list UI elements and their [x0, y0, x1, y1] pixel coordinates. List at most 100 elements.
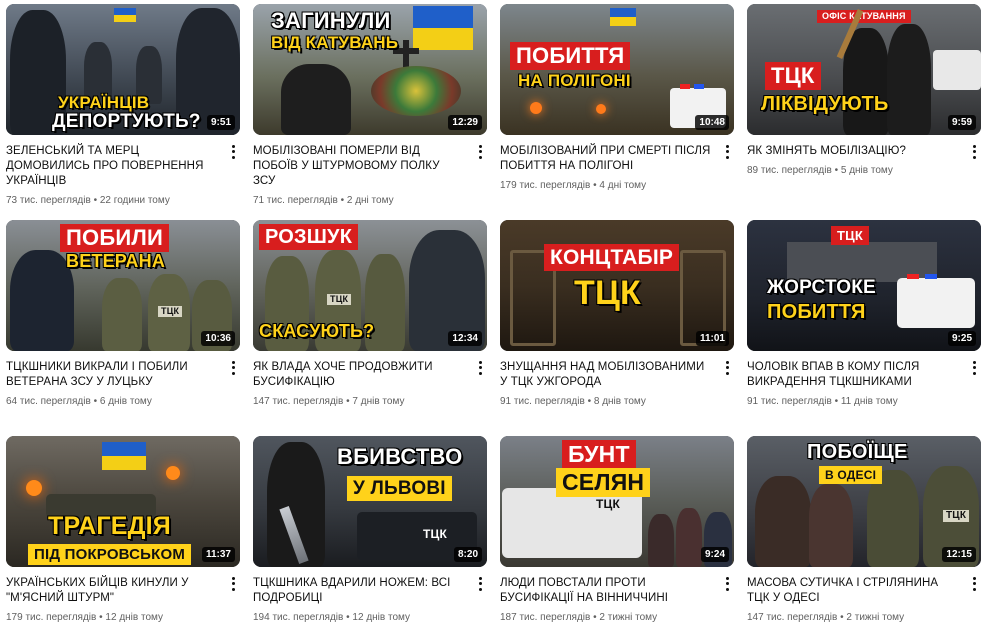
- video-thumbnail[interactable]: ПОБИТТЯ НА ПОЛІГОНІ 10:48: [500, 4, 734, 135]
- thumbnail-caption-bottom: ДЕПОРТУЮТЬ?: [52, 111, 201, 132]
- video-duration: 10:36: [201, 331, 235, 346]
- video-title[interactable]: Як змінять мобілізацію?: [747, 144, 959, 159]
- video-thumbnail[interactable]: КОНЦТАБІР ТЦК 11:01: [500, 220, 734, 351]
- video-stats: 73 тис. переглядів • 22 години тому: [6, 195, 170, 206]
- video-card[interactable]: ОФІС КАТУВАННЯ ТЦК ЛІКВІДУЮТЬ 9:59 Як зм…: [747, 4, 981, 216]
- thumbnail-caption-bottom: НА ПОЛІГОНІ: [518, 71, 631, 90]
- video-card[interactable]: ПОБИТТЯ НА ПОЛІГОНІ 10:48 Мобілізований …: [500, 4, 734, 216]
- thumbnail-caption-bottom: У ЛЬВОВІ: [347, 476, 452, 501]
- video-stats: 179 тис. переглядів • 12 днів тому: [6, 612, 164, 623]
- video-title[interactable]: Люди повстали проти бусифікації на Вінни…: [500, 576, 712, 606]
- thumbnail-caption-bottom: ПІД ПОКРОВСЬКОМ: [28, 544, 192, 565]
- more-vert-icon[interactable]: [722, 576, 732, 592]
- more-vert-icon[interactable]: [722, 360, 732, 376]
- video-title[interactable]: Зеленський та Мерц домовились про поверн…: [6, 144, 218, 189]
- tck-patch: ТЦК: [158, 306, 183, 317]
- video-stats: 187 тис. переглядів • 2 тижні тому: [500, 612, 658, 623]
- video-thumbnail[interactable]: ТЦК ВБИВСТВО У ЛЬВОВІ 8:20: [253, 436, 487, 567]
- video-stats: 179 тис. переглядів • 4 дні тому: [500, 180, 647, 191]
- video-duration: 12:15: [942, 547, 976, 562]
- thumbnail-caption-top: КОНЦТАБІР: [544, 244, 680, 271]
- more-vert-icon[interactable]: [969, 576, 979, 592]
- more-vert-icon[interactable]: [228, 360, 238, 376]
- thumbnail-caption-top: ТЦК: [765, 62, 821, 90]
- video-duration: 10:48: [695, 115, 729, 130]
- video-stats: 147 тис. переглядів • 2 тижні тому: [747, 612, 905, 623]
- video-card[interactable]: ТЦК РОЗШУК СКАСУЮТЬ? 12:34 Як влада хоче…: [253, 220, 487, 432]
- thumbnail-caption-bottom: ВЕТЕРАНА: [66, 251, 166, 271]
- video-card[interactable]: ТЦК БУНТ СЕЛЯН 9:24 Люди повстали проти …: [500, 436, 734, 636]
- thumbnail-caption-bottom: ЛІКВІДУЮТЬ: [761, 93, 889, 115]
- thumbnail-caption-top: ТРАГЕДІЯ: [48, 512, 171, 540]
- video-stats: 194 тис. переглядів • 12 днів тому: [253, 612, 411, 623]
- more-vert-icon[interactable]: [228, 144, 238, 160]
- video-thumbnail[interactable]: ТЦК ЖОРСТОКЕ ПОБИТТЯ 9:25: [747, 220, 981, 351]
- video-duration: 8:20: [453, 547, 482, 562]
- video-thumbnail[interactable]: ТЦК ПОБОЇЩЕ В ОДЕСІ 12:15: [747, 436, 981, 567]
- more-vert-icon[interactable]: [969, 144, 979, 160]
- video-title[interactable]: Чоловік впав в кому після викрадення ТЦК…: [747, 360, 959, 390]
- video-title[interactable]: Знущання над мобілізованими у ТЦК Ужгоро…: [500, 360, 712, 390]
- video-card[interactable]: КОНЦТАБІР ТЦК 11:01 Знущання над мобіліз…: [500, 220, 734, 432]
- building-sign: ОФІС КАТУВАННЯ: [817, 10, 911, 23]
- video-duration: 11:37: [201, 547, 235, 562]
- ukraine-flag-icon: [114, 8, 136, 22]
- video-thumbnail[interactable]: ТРАГЕДІЯ ПІД ПОКРОВСЬКОМ 11:37: [6, 436, 240, 567]
- video-title[interactable]: ТЦКшника вдарили ножем: всі подробиці: [253, 576, 465, 606]
- thumbnail-caption-bottom: ТЦК: [574, 274, 641, 312]
- video-thumbnail[interactable]: ОФІС КАТУВАННЯ ТЦК ЛІКВІДУЮТЬ 9:59: [747, 4, 981, 135]
- video-stats: 91 тис. переглядів • 11 днів тому: [747, 396, 898, 407]
- video-thumbnail[interactable]: УКРАЇНЦІВ ДЕПОРТУЮТЬ? 9:51: [6, 4, 240, 135]
- video-stats: 64 тис. переглядів • 6 днів тому: [6, 396, 152, 407]
- ukraine-flag-icon: [102, 442, 146, 470]
- more-vert-icon[interactable]: [722, 144, 732, 160]
- thumbnail-caption-top: ПОБИЛИ: [60, 224, 169, 252]
- video-card[interactable]: ТЦК ЖОРСТОКЕ ПОБИТТЯ 9:25 Чоловік впав в…: [747, 220, 981, 432]
- video-stats: 147 тис. переглядів • 7 днів тому: [253, 396, 405, 407]
- video-card[interactable]: УКРАЇНЦІВ ДЕПОРТУЮТЬ? 9:51 Зеленський та…: [6, 4, 240, 216]
- thumbnail-caption-bottom: СЕЛЯН: [556, 468, 651, 497]
- video-stats: 89 тис. переглядів • 5 днів тому: [747, 165, 893, 176]
- ukraine-flag-icon: [610, 8, 636, 26]
- video-card[interactable]: ТЦК ПОБОЇЩЕ В ОДЕСІ 12:15 Масова сутичка…: [747, 436, 981, 636]
- video-duration: 9:51: [206, 115, 235, 130]
- thumbnail-caption-top: ЖОРСТОКЕ: [767, 277, 876, 298]
- video-duration: 12:34: [448, 331, 482, 346]
- video-title[interactable]: ТЦКшники викрали і побили ветерана ЗСУ у…: [6, 360, 218, 390]
- more-vert-icon[interactable]: [475, 360, 485, 376]
- video-thumbnail[interactable]: ТЦК ПОБИЛИ ВЕТЕРАНА 10:36: [6, 220, 240, 351]
- video-title[interactable]: Українських бійців кинули у "м'ясний шту…: [6, 576, 218, 606]
- video-card[interactable]: ТРАГЕДІЯ ПІД ПОКРОВСЬКОМ 11:37 Українськ…: [6, 436, 240, 636]
- thumbnail-caption-bottom: В ОДЕСІ: [819, 466, 883, 484]
- more-vert-icon[interactable]: [228, 576, 238, 592]
- video-stats: 71 тис. переглядів • 2 дні тому: [253, 195, 394, 206]
- more-vert-icon[interactable]: [969, 360, 979, 376]
- video-thumbnail[interactable]: ТЦК РОЗШУК СКАСУЮТЬ? 12:34: [253, 220, 487, 351]
- video-thumbnail[interactable]: ЗАГИНУЛИ ВІД КАТУВАНЬ 12:29: [253, 4, 487, 135]
- van: [933, 50, 981, 90]
- tck-patch: ТЦК: [596, 497, 621, 511]
- thumbnail-caption-bottom: СКАСУЮТЬ?: [259, 321, 375, 341]
- video-grid: УКРАЇНЦІВ ДЕПОРТУЮТЬ? 9:51 Зеленський та…: [6, 4, 981, 636]
- video-duration: 9:25: [947, 331, 976, 346]
- van: [502, 488, 642, 558]
- video-title[interactable]: Мобілізований при смерті після побиття н…: [500, 144, 712, 174]
- video-title[interactable]: Мобілізовані померли від побоїв у штурмо…: [253, 144, 465, 189]
- tck-patch: ТЦК: [423, 527, 448, 541]
- ambulance: [897, 278, 975, 328]
- thumbnail-caption-top: ЗАГИНУЛИ: [271, 8, 391, 33]
- video-card[interactable]: ТЦК ПОБИЛИ ВЕТЕРАНА 10:36 ТЦКшники викра…: [6, 220, 240, 432]
- video-title[interactable]: Як влада хоче продовжити бусифікацію: [253, 360, 465, 390]
- video-card[interactable]: ЗАГИНУЛИ ВІД КАТУВАНЬ 12:29 Мобілізовані…: [253, 4, 487, 216]
- video-thumbnail[interactable]: ТЦК БУНТ СЕЛЯН 9:24: [500, 436, 734, 567]
- more-vert-icon[interactable]: [475, 144, 485, 160]
- tck-patch: ТЦК: [327, 294, 352, 305]
- thumbnail-caption-top: ПОБОЇЩЕ: [807, 441, 908, 463]
- ukraine-flag-icon: [413, 6, 473, 50]
- building-sign: ТЦК: [831, 226, 869, 245]
- video-duration: 12:29: [448, 115, 482, 130]
- video-card[interactable]: ТЦК ВБИВСТВО У ЛЬВОВІ 8:20 ТЦКшника вдар…: [253, 436, 487, 636]
- more-vert-icon[interactable]: [475, 576, 485, 592]
- video-title[interactable]: Масова сутичка і стрілянина ТЦК у Одесі: [747, 576, 959, 606]
- video-stats: 91 тис. переглядів • 8 днів тому: [500, 396, 646, 407]
